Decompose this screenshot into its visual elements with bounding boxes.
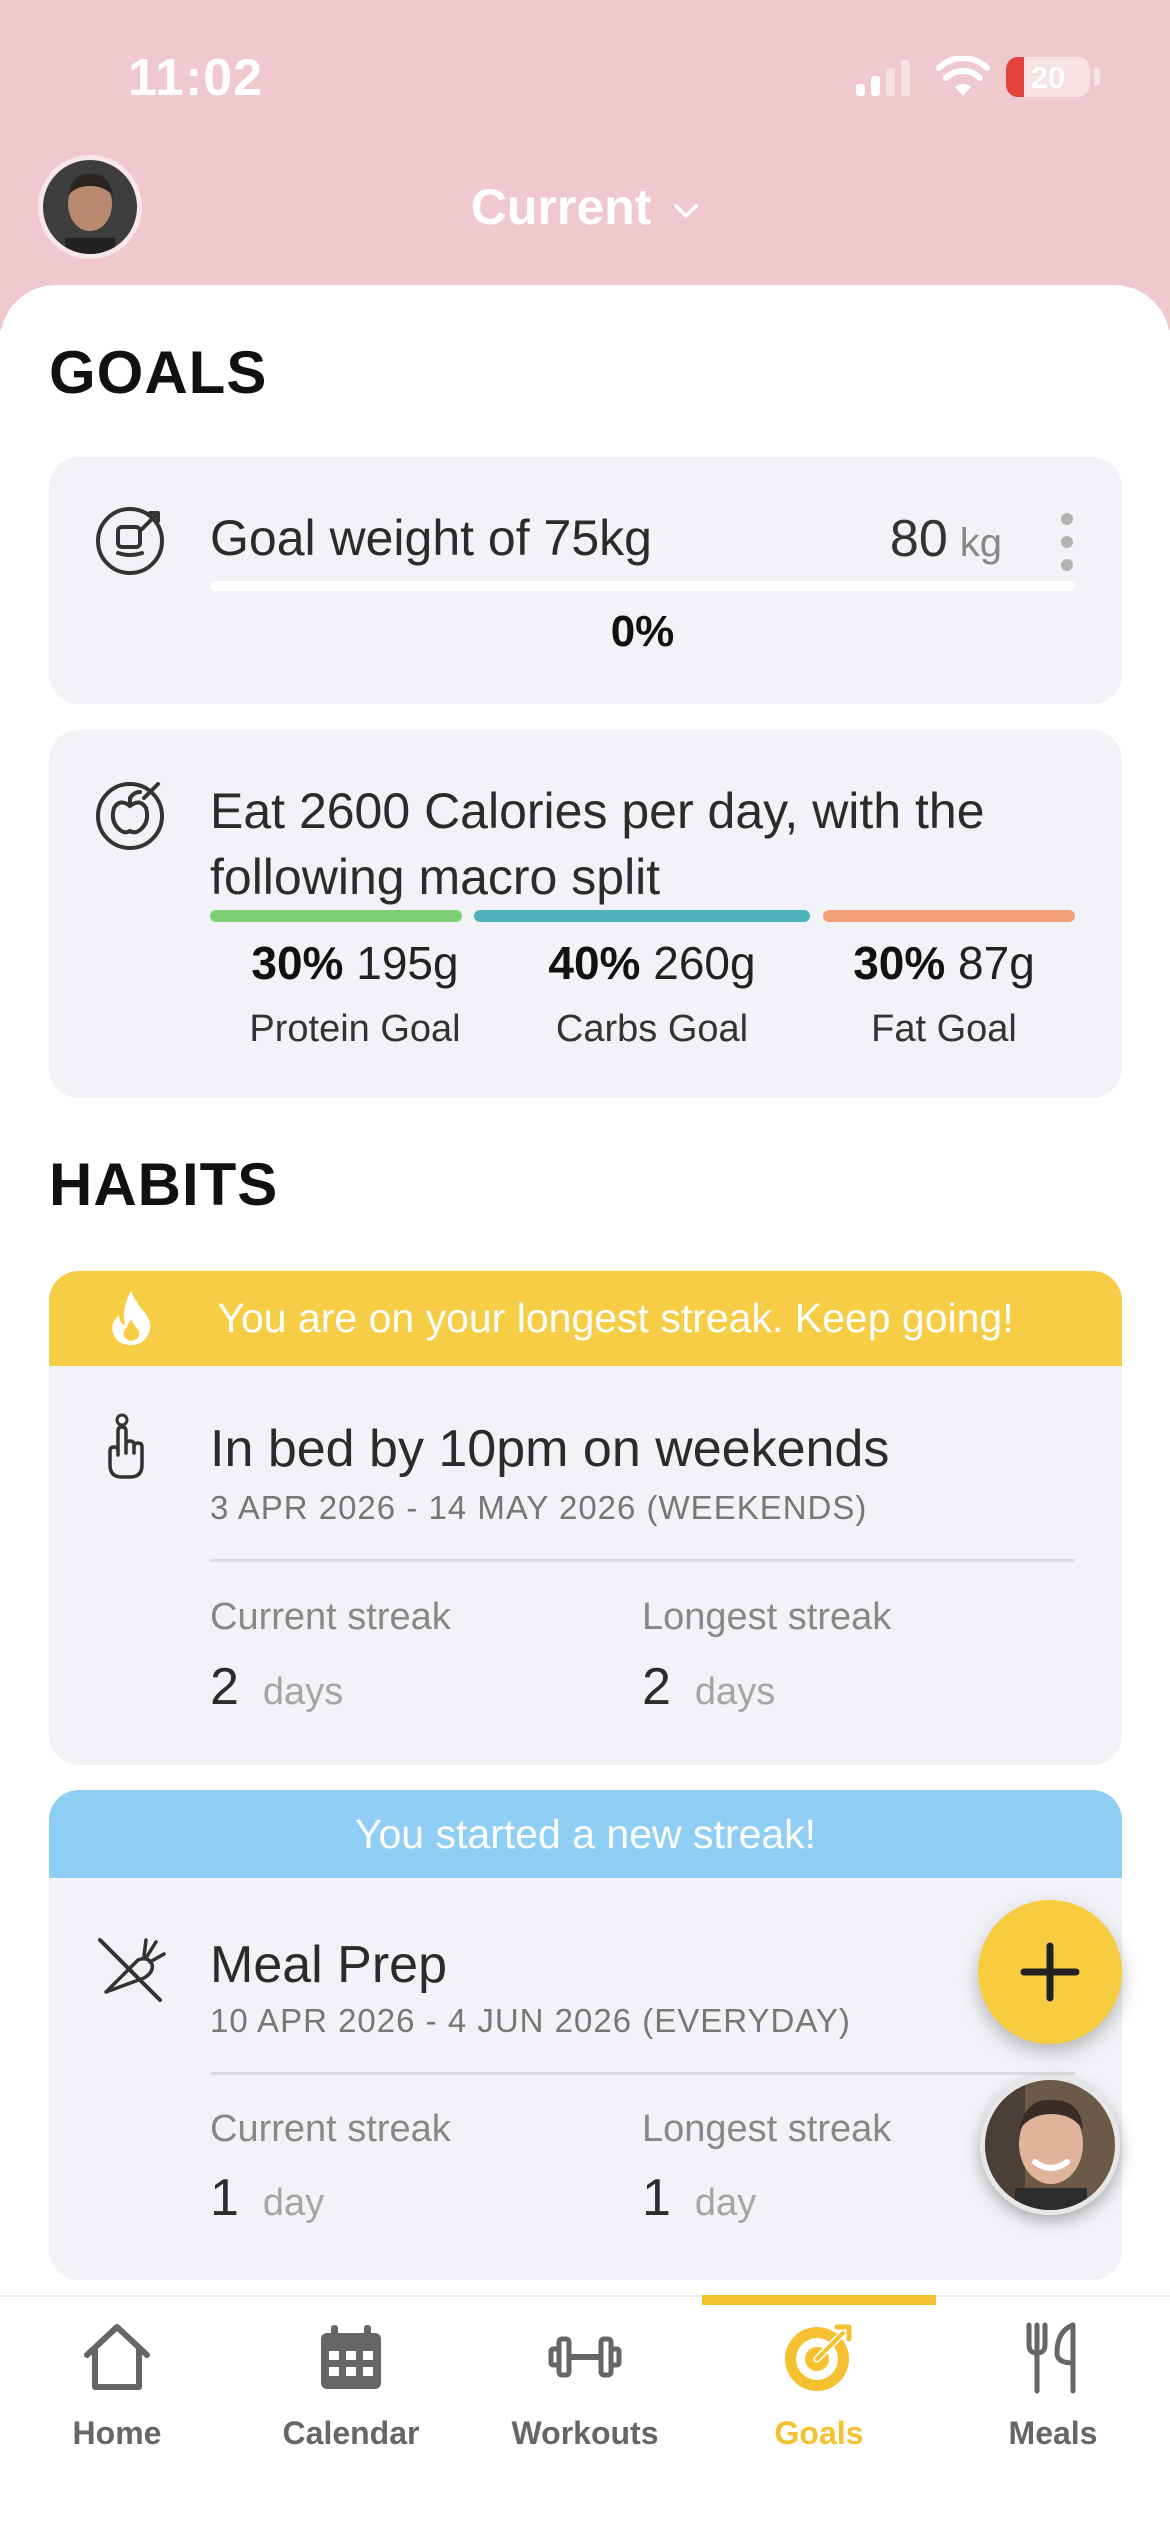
streak-banner: You are on your longest streak. Keep goi…: [49, 1271, 1122, 1366]
battery-icon: 20: [1006, 57, 1090, 97]
wifi-icon: [936, 56, 990, 96]
no-carrot-icon: [98, 1938, 166, 2002]
tab-workouts[interactable]: Workouts: [468, 2297, 702, 2532]
carbs-macro: 40% 260g Carbs Goal: [507, 936, 797, 1051]
calendar-icon: [321, 2325, 381, 2389]
target-icon: [785, 2324, 852, 2391]
apple-target-icon: [96, 782, 164, 850]
fat-macro: 30% 87g Fat Goal: [799, 936, 1089, 1051]
habits-heading: HABITS: [49, 1151, 279, 1218]
carbs-percent: 40%: [548, 937, 641, 989]
add-button[interactable]: [978, 1900, 1122, 2044]
current-streak-value: 1: [210, 2169, 239, 2227]
current-streak-value: 2: [210, 1658, 239, 1716]
tab-meals-label: Meals: [1008, 2415, 1098, 2451]
protein-macro: 30% 195g Protein Goal: [210, 936, 500, 1051]
tab-calendar-label: Calendar: [282, 2415, 420, 2451]
protein-grams: 195g: [356, 937, 459, 989]
streak-banner: You started a new streak!: [49, 1790, 1122, 1878]
longest-streak: 1 day: [642, 2168, 756, 2228]
coach-avatar-button[interactable]: [980, 2075, 1120, 2215]
protein-bar: [210, 910, 462, 922]
habit-card-meal-prep[interactable]: You started a new streak! Meal Prep 10 A…: [49, 1790, 1122, 2280]
habit-divider: [210, 1559, 1075, 1562]
home-icon: [84, 2324, 150, 2390]
current-streak-unit: day: [262, 2182, 325, 2224]
tab-workouts-label: Workouts: [511, 2415, 659, 2451]
habit-dates: 3 APR 2026 - 14 MAY 2026 (WEEKENDS): [210, 1489, 868, 1526]
habit-dates: 10 APR 2026 - 4 JUN 2026 (EVERYDAY): [210, 2002, 851, 2039]
goals-heading: GOALS: [49, 339, 268, 406]
signal-icon: [856, 60, 916, 96]
longest-streak-label: Longest streak: [642, 1596, 892, 1638]
tab-home-label: Home: [72, 2415, 162, 2451]
tab-home[interactable]: Home: [0, 2297, 234, 2532]
period-selector[interactable]: Current: [0, 178, 1170, 236]
longest-streak-unit: days: [694, 1671, 776, 1713]
longest-streak-unit: day: [694, 2182, 757, 2224]
period-selector-label: Current: [470, 179, 652, 235]
current-streak: 2 days: [210, 1657, 343, 1717]
carbs-bar: [474, 910, 810, 922]
current-weight-value: 80: [889, 510, 948, 568]
fork-knife-icon: [1026, 2322, 1076, 2394]
more-options-icon[interactable]: [1061, 513, 1075, 582]
current-streak-unit: days: [262, 1671, 344, 1713]
goal-weight-card[interactable]: Goal weight of 75kg 80 kg 0%: [49, 457, 1122, 704]
weight-progress-bar: [210, 581, 1075, 591]
flame-icon: [112, 1291, 151, 1345]
weight-goal-icon: [96, 507, 164, 575]
tab-goals-label: Goals: [774, 2415, 864, 2451]
tab-goals[interactable]: Goals: [702, 2295, 936, 2532]
fat-grams: 87g: [958, 937, 1035, 989]
carbs-label: Carbs Goal: [555, 1008, 749, 1050]
longest-streak-value: 2: [642, 1658, 671, 1716]
longest-streak-value: 1: [642, 2169, 671, 2227]
calorie-goal-title-line2: following macro split: [210, 849, 661, 905]
protein-label: Protein Goal: [249, 1008, 461, 1050]
battery-level: 20: [1030, 60, 1066, 95]
habit-title: Meal Prep: [210, 1936, 447, 1994]
dumbbell-icon: [548, 2336, 622, 2378]
status-time: 11:02: [128, 49, 264, 107]
current-streak-label: Current streak: [210, 1596, 451, 1638]
tab-meals[interactable]: Meals: [936, 2297, 1170, 2532]
longest-streak: 2 days: [642, 1657, 775, 1717]
battery-tip: [1094, 68, 1100, 86]
active-tab-indicator: [702, 2295, 936, 2305]
habit-title: In bed by 10pm on weekends: [210, 1420, 890, 1478]
streak-banner-text: You started a new streak!: [354, 1811, 817, 1857]
calorie-goal-card[interactable]: Eat 2600 Calories per day, with the foll…: [49, 730, 1122, 1098]
fat-label: Fat Goal: [871, 1008, 1017, 1050]
goal-weight-title: Goal weight of 75kg: [210, 510, 652, 566]
chevron-down-icon: [674, 204, 698, 218]
bottom-tab-bar: Home Calendar Workouts Goals Meals: [0, 2295, 1170, 2532]
status-bar: 11:02 20: [0, 0, 1170, 150]
current-streak: 1 day: [210, 2168, 324, 2228]
macro-split-bar: [210, 910, 1075, 924]
fat-bar: [823, 910, 1075, 922]
habit-divider: [210, 2072, 1075, 2075]
tab-calendar[interactable]: Calendar: [234, 2297, 468, 2532]
weight-progress-percent: 0%: [610, 607, 675, 656]
habit-card-bedtime[interactable]: You are on your longest streak. Keep goi…: [49, 1271, 1122, 1765]
carbs-grams: 260g: [653, 937, 756, 989]
coach-avatar-image: [985, 2080, 1115, 2210]
fat-percent: 30%: [853, 937, 946, 989]
longest-streak-label: Longest streak: [642, 2108, 892, 2150]
current-streak-label: Current streak: [210, 2108, 451, 2150]
calorie-goal-title-line1: Eat 2600 Calories per day, with the: [210, 783, 985, 839]
hand-reminder-icon: [108, 1413, 144, 1479]
current-weight-unit: kg: [959, 521, 1002, 565]
current-weight: 80 kg: [890, 509, 1002, 569]
protein-percent: 30%: [251, 937, 344, 989]
streak-banner-text: You are on your longest streak. Keep goi…: [217, 1295, 1014, 1341]
plus-icon: [1020, 1942, 1080, 2002]
header-background: 11:02 20 Current: [0, 0, 1170, 330]
